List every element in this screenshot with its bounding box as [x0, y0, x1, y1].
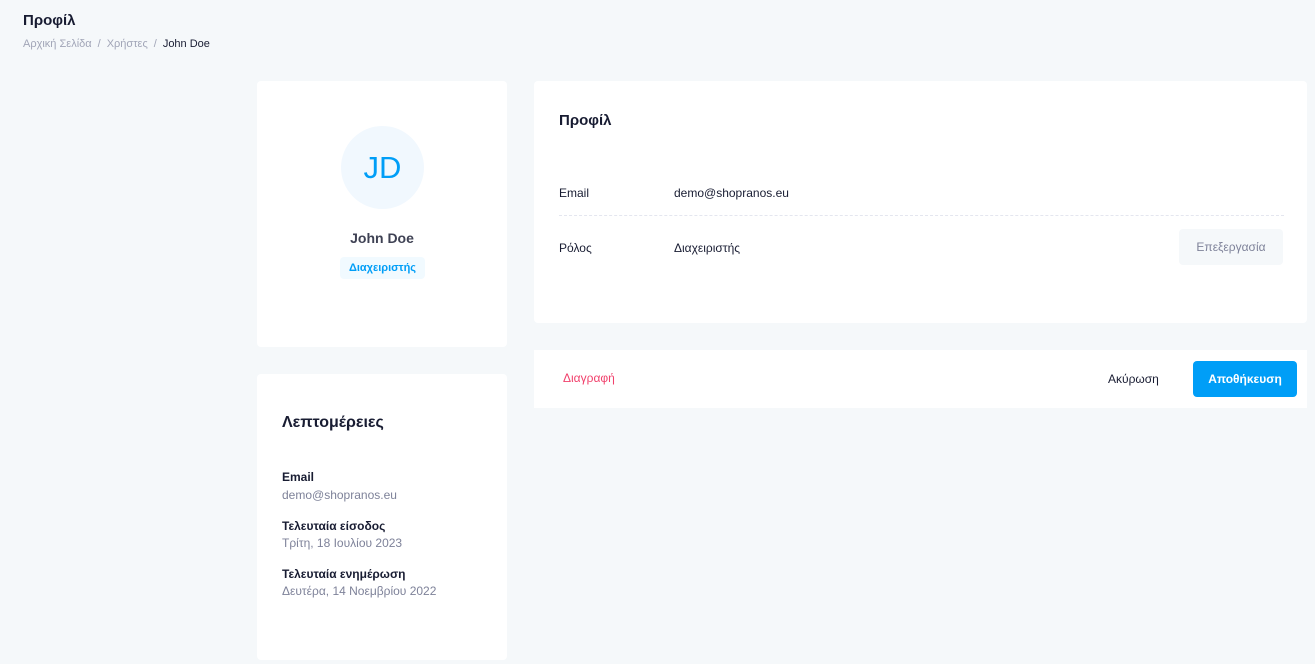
detail-last-login-label: Τελευταία είσοδος	[282, 519, 386, 533]
detail-last-update-value: Δευτέρα, 14 Νοεμβρίου 2022	[282, 584, 437, 598]
profile-card: Προφίλ Email demo@shopranos.eu Ρόλος Δια…	[534, 81, 1307, 323]
page: Προφίλ Αρχική Σελίδα / Χρήστες / John Do…	[0, 0, 1315, 664]
user-name: John Doe	[350, 230, 414, 246]
breadcrumb-separator: /	[153, 38, 157, 50]
profile-email-label: Email	[559, 186, 590, 200]
detail-last-login-value: Τρίτη, 18 Ιουλίου 2023	[282, 536, 403, 550]
profile-email-value: demo@shopranos.eu	[674, 186, 789, 200]
page-title: Προφίλ	[23, 12, 76, 29]
detail-last-update-label: Τελευταία ενημέρωση	[282, 567, 406, 581]
profile-role-label: Ρόλος	[559, 241, 592, 255]
details-card: Λεπτομέρειες Email demo@shopranos.eu Τελ…	[257, 374, 507, 660]
breadcrumb-current: John Doe	[162, 38, 210, 50]
edit-button[interactable]: Επεξεργασία	[1179, 229, 1283, 265]
details-title: Λεπτομέρειες	[282, 414, 384, 431]
profile-title: Προφίλ	[559, 112, 612, 129]
breadcrumb-home-link[interactable]: Αρχική Σελίδα	[23, 38, 92, 50]
divider	[559, 215, 1284, 216]
cancel-button[interactable]: Ακύρωση	[1100, 361, 1167, 397]
role-badge: Διαχειριστής	[340, 257, 425, 279]
breadcrumb: Αρχική Σελίδα / Χρήστες / John Doe	[23, 38, 210, 50]
profile-role-value: Διαχειριστής	[674, 241, 741, 255]
save-button[interactable]: Αποθήκευση	[1193, 361, 1297, 397]
delete-button[interactable]: Διαγραφή	[563, 371, 615, 385]
user-summary-card: JD John Doe Διαχειριστής	[257, 81, 507, 347]
breadcrumb-separator: /	[97, 38, 101, 50]
breadcrumb-users-link[interactable]: Χρήστες	[107, 38, 148, 50]
avatar: JD	[341, 126, 424, 209]
action-bar: Διαγραφή Ακύρωση Αποθήκευση	[534, 350, 1307, 408]
detail-email-value: demo@shopranos.eu	[282, 488, 397, 502]
detail-email-label: Email	[282, 470, 315, 484]
